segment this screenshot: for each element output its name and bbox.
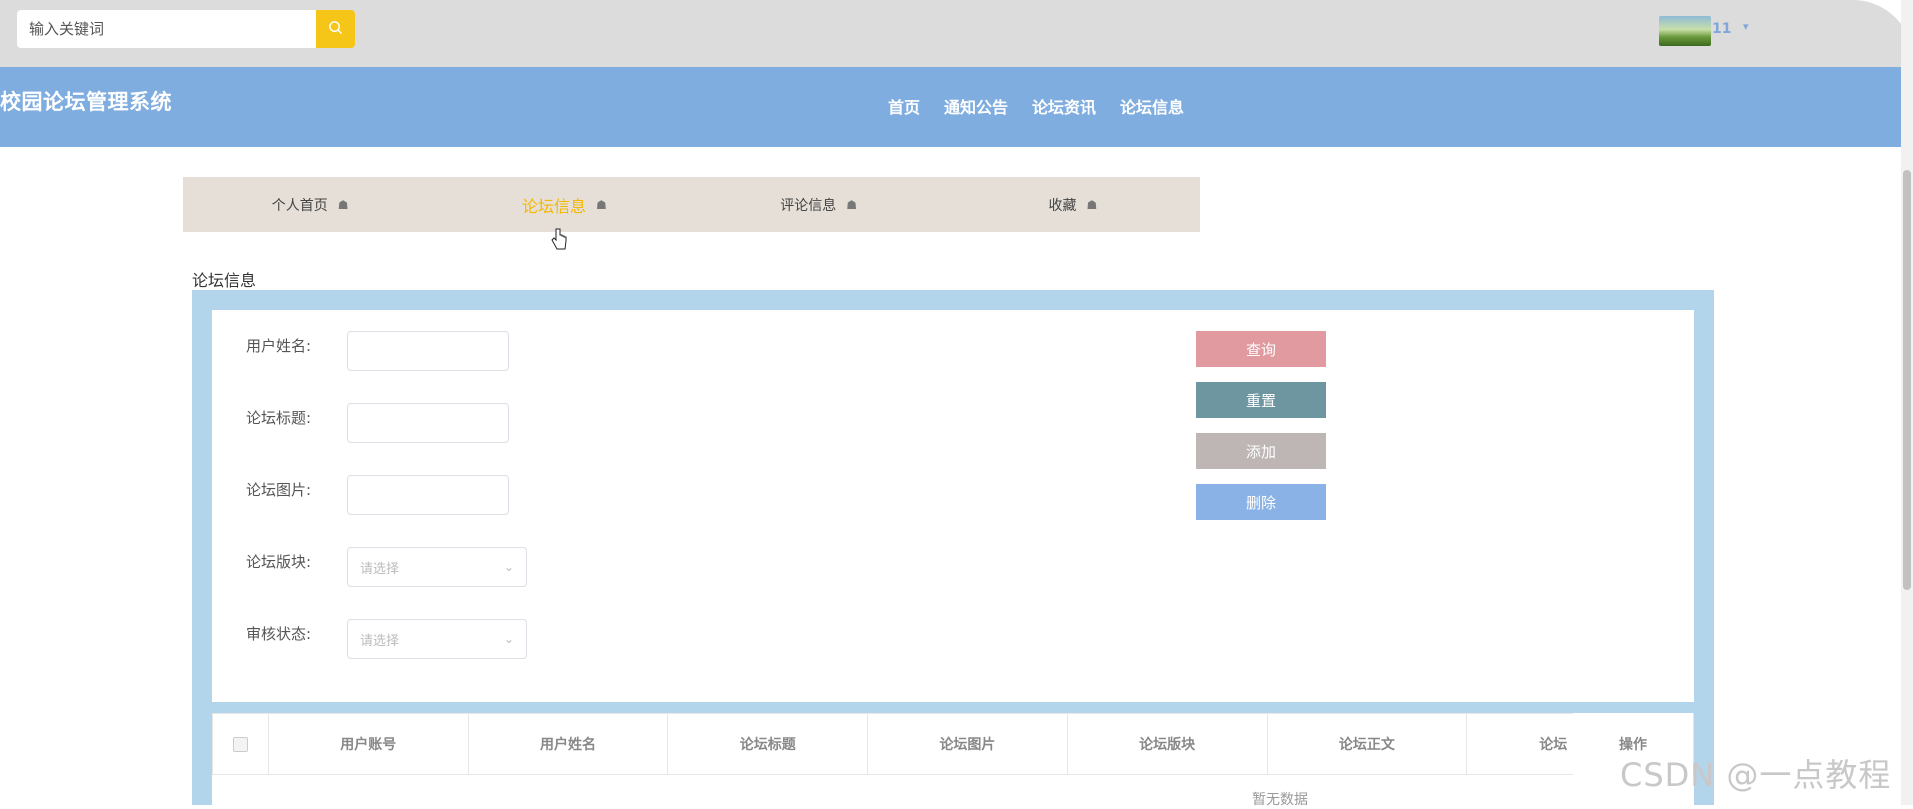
hand-cursor-icon (551, 228, 567, 256)
search-icon (328, 20, 343, 39)
select-all-cell (213, 714, 269, 774)
field-label: 审核状态: (246, 625, 312, 643)
tab-favorites[interactable]: 收藏 ☗ (946, 177, 1200, 232)
tab-comments[interactable]: 评论信息 ☗ (692, 177, 946, 232)
avatar[interactable] (1659, 16, 1711, 46)
reset-button[interactable]: 重置 (1196, 382, 1326, 418)
user-name[interactable]: 11 (1712, 21, 1731, 37)
search-input[interactable] (17, 10, 316, 48)
nav-item-forum[interactable]: 论坛信息 (1120, 94, 1184, 118)
table-body: 暂无数据 (212, 775, 1694, 808)
scrollbar-thumb[interactable] (1903, 170, 1911, 590)
main-nav: 首页 通知公告 论坛资讯 论坛信息 (888, 94, 1184, 118)
nav-item-notice[interactable]: 通知公告 (944, 94, 1008, 118)
home-icon: ☗ (846, 197, 857, 212)
tab-label: 论坛信息 (521, 196, 586, 216)
forum-title-field[interactable] (347, 403, 509, 443)
column-header[interactable]: 论坛版块 (1068, 714, 1268, 774)
field-label: 论坛版块: (246, 553, 312, 571)
home-icon: ☗ (337, 197, 349, 212)
page-scrollbar[interactable] (1901, 0, 1913, 805)
forum-section-select[interactable]: 请选择 ⌄ (347, 547, 527, 587)
table-header: 用户账号 用户姓名 论坛标题 论坛图片 论坛版块 论坛正文 论坛 (212, 713, 1694, 775)
home-icon: ☗ (1086, 197, 1098, 212)
select-placeholder: 请选择 (360, 633, 400, 649)
column-header[interactable]: 用户姓名 (469, 714, 669, 774)
site-title: 校园论坛管理系统 (0, 90, 172, 114)
header: 校园论坛管理系统 首页 通知公告 论坛资讯 论坛信息 (0, 67, 1913, 147)
tab-label: 个人首页 (271, 197, 328, 214)
field-label: 用户姓名: (246, 337, 312, 355)
tab-label: 收藏 (1048, 197, 1077, 214)
watermark: CSDN @一点教程 (1620, 756, 1892, 794)
user-name-field[interactable] (347, 331, 509, 371)
tab-personal-home[interactable]: 个人首页 ☗ (183, 177, 437, 232)
select-all-checkbox[interactable] (232, 736, 248, 752)
forum-info-panel: 用户姓名: 论坛标题: 论坛图片: 论坛版块: 请选择 ⌄ 审核状态: 请选择 … (192, 290, 1714, 808)
chevron-down-icon: ⌄ (503, 560, 514, 574)
section-title: 论坛信息 (192, 271, 257, 290)
chevron-down-icon[interactable]: ▾ (1743, 20, 1749, 33)
select-placeholder: 请选择 (360, 561, 400, 577)
nav-item-home[interactable]: 首页 (888, 94, 920, 118)
personal-tabs: 个人首页 ☗ 论坛信息 ☗ 评论信息 ☗ 收藏 ☗ (183, 177, 1200, 232)
column-header[interactable]: 论坛正文 (1268, 714, 1468, 774)
review-status-select[interactable]: 请选择 ⌄ (347, 619, 527, 659)
forum-image-field[interactable] (347, 475, 509, 515)
search-form: 用户姓名: 论坛标题: 论坛图片: 论坛版块: 请选择 ⌄ 审核状态: 请选择 … (212, 310, 1694, 702)
field-label: 论坛图片: (246, 481, 312, 499)
empty-state-text: 暂无数据 (1252, 792, 1308, 808)
chevron-down-icon: ⌄ (503, 632, 514, 646)
column-header[interactable]: 论坛图片 (868, 714, 1068, 774)
delete-button[interactable]: 删除 (1196, 484, 1326, 520)
add-button[interactable]: 添加 (1196, 433, 1326, 469)
nav-item-news[interactable]: 论坛资讯 (1032, 94, 1096, 118)
search-button[interactable] (316, 10, 355, 48)
column-header[interactable]: 用户账号 (269, 714, 469, 774)
query-button[interactable]: 查询 (1196, 331, 1326, 367)
tab-label: 评论信息 (780, 197, 837, 214)
home-icon: ☗ (596, 197, 607, 212)
tab-forum-info[interactable]: 论坛信息 ☗ (437, 177, 691, 232)
column-header[interactable]: 论坛标题 (668, 714, 869, 774)
field-label: 论坛标题: (246, 409, 312, 427)
